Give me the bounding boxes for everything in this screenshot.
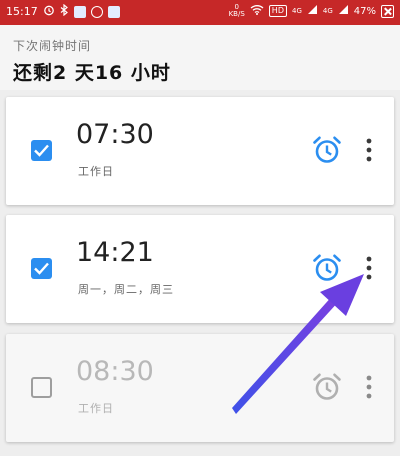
alarm-repeat-days: 周一，周二，周三: [78, 283, 174, 296]
battery-level: 47%: [353, 5, 376, 17]
status-time: 15:17: [6, 5, 38, 18]
close-notification-icon: [381, 4, 394, 18]
app-notification-icon-2: [107, 5, 120, 18]
check-icon: [34, 262, 49, 275]
network-speed: 0 KB/S: [229, 4, 245, 18]
more-vert-icon[interactable]: [362, 374, 376, 400]
signal-label-2: 4G: [322, 7, 333, 15]
alarm-card[interactable]: 07:30 工作日: [6, 97, 394, 205]
alarm-enable-checkbox[interactable]: [31, 140, 52, 161]
alarm-enable-checkbox[interactable]: [31, 258, 52, 279]
alarm-time: 08:30: [76, 356, 154, 387]
wifi-icon: [250, 4, 264, 18]
next-alarm-header: 下次闹钟时间 还剩2 天16 小时: [0, 25, 400, 90]
alarm-enable-checkbox[interactable]: [31, 377, 52, 398]
circle-notification-icon: [90, 5, 103, 18]
alarm-clock-icon[interactable]: [311, 371, 343, 403]
alarm-time: 07:30: [76, 119, 154, 150]
status-bar: 15:17 0 KB/S HD 4G 4G 47%: [0, 0, 400, 25]
alarm-status-icon: [43, 4, 55, 19]
alarm-time: 14:21: [76, 237, 154, 268]
alarm-clock-icon[interactable]: [311, 134, 343, 166]
alarm-clock-icon[interactable]: [311, 252, 343, 284]
alarm-card[interactable]: 08:30 工作日: [6, 334, 394, 442]
more-vert-icon[interactable]: [362, 255, 376, 281]
status-bar-left: 15:17: [6, 3, 120, 19]
app-notification-icon: [73, 5, 86, 18]
next-alarm-countdown: 还剩2 天16 小时: [13, 62, 171, 84]
alarm-card[interactable]: 14:21 周一，周二，周三: [6, 215, 394, 323]
network-speed-unit: KB/S: [228, 10, 245, 18]
more-vert-icon[interactable]: [362, 137, 376, 163]
status-bar-right: 0 KB/S HD 4G 4G 47%: [229, 4, 394, 18]
signal-label-1: 4G: [291, 7, 302, 15]
alarm-repeat-days: 工作日: [78, 165, 114, 178]
signal-icon-2: [338, 4, 349, 18]
bluetooth-icon: [60, 3, 69, 19]
signal-icon: [307, 4, 318, 18]
next-alarm-label: 下次闹钟时间: [13, 39, 92, 53]
alarm-repeat-days: 工作日: [78, 402, 114, 415]
check-icon: [34, 144, 49, 157]
hd-badge: HD: [268, 5, 287, 17]
